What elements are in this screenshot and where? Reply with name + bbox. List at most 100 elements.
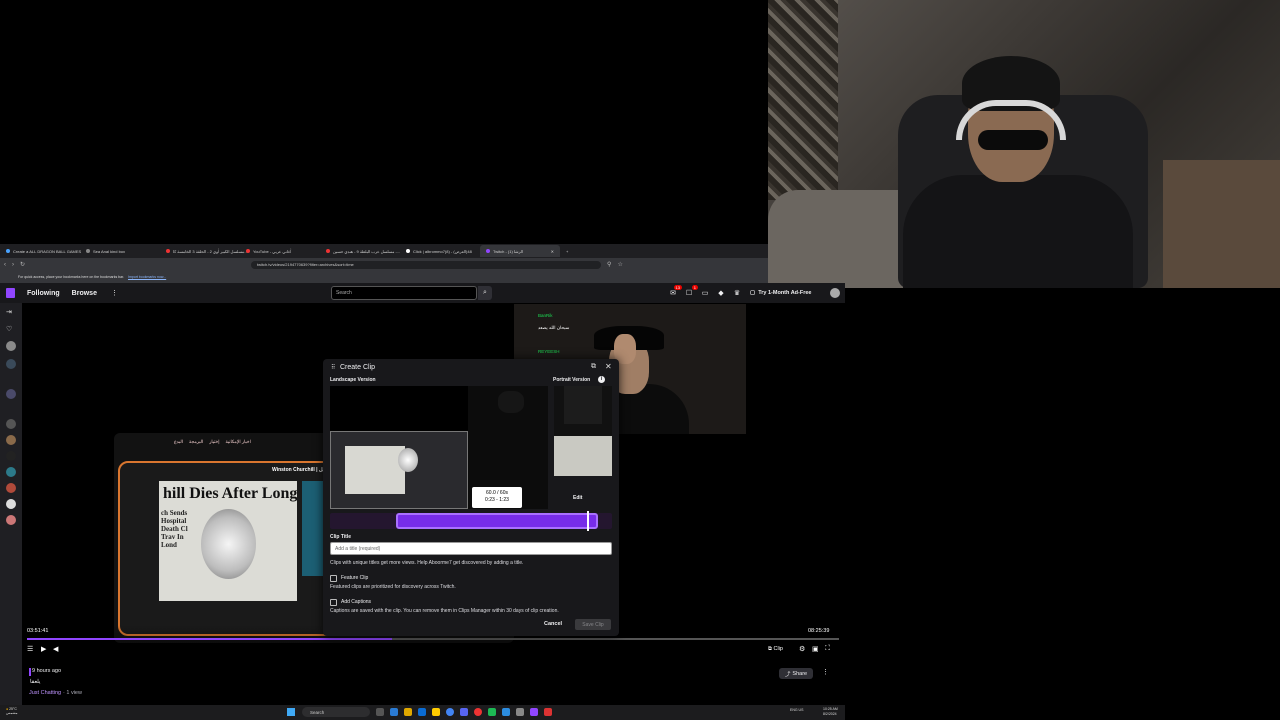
spotify-icon[interactable]: [488, 708, 496, 716]
category-link[interactable]: Just Chatting: [29, 690, 61, 696]
task-view-icon[interactable]: [376, 708, 384, 716]
bookmark-star-icon[interactable]: ☆: [617, 261, 622, 268]
more-options-icon[interactable]: ⋮: [822, 668, 829, 676]
bits-icon[interactable]: ◆: [716, 288, 726, 298]
browser-tab[interactable]: Sea Anal kind box: [80, 245, 160, 257]
portrait-preview: [554, 386, 612, 476]
ad-free-button[interactable]: ▢ Try 1-Month Ad-Free: [750, 287, 824, 299]
edge-icon[interactable]: [418, 708, 426, 716]
browser-tab[interactable]: مسلسل عرب البلطة 9 - هندي حسين -...: [320, 245, 400, 257]
twitch-logo-icon[interactable]: [6, 288, 15, 298]
new-tab-button[interactable]: +: [560, 245, 574, 257]
seek-bar[interactable]: [27, 638, 839, 640]
clip-title-input[interactable]: Add a title (required): [330, 542, 612, 555]
language-indicator[interactable]: ENG US: [790, 708, 803, 712]
channel-avatar[interactable]: [6, 419, 16, 429]
close-tab-icon[interactable]: ✕: [551, 249, 554, 254]
volume-icon[interactable]: ◀: [53, 645, 58, 653]
steam-icon[interactable]: [502, 708, 510, 716]
ad-free-icon: ▢: [750, 290, 756, 296]
forward-icon[interactable]: ›: [12, 262, 14, 268]
browser-tab[interactable]: Create a ALL DRAGON BALL GAMES: [0, 245, 81, 257]
clip-button[interactable]: ⧉ Clip: [768, 646, 783, 653]
channel-avatar[interactable]: [6, 341, 16, 351]
channel-avatar[interactable]: [6, 467, 16, 477]
channel-avatar[interactable]: [6, 435, 16, 445]
browser-tab[interactable]: YouTube - أغاني عربي: [240, 245, 320, 257]
followed-heart-icon[interactable]: ♡: [6, 325, 16, 335]
obs-icon[interactable]: [474, 708, 482, 716]
channel-avatar[interactable]: [6, 499, 16, 509]
current-time: 03:51:41: [27, 628, 49, 634]
crown-icon[interactable]: ♛: [732, 288, 742, 298]
settings-gear-icon[interactable]: ⚙: [799, 645, 805, 653]
clip-range-selector[interactable]: [396, 513, 598, 529]
twitch-taskbar-icon[interactable]: [530, 708, 538, 716]
add-captions-checkbox[interactable]: [330, 599, 337, 606]
share-button[interactable]: ⤴ Share: [779, 668, 813, 679]
portrait-newspaper: [554, 436, 612, 476]
chapters-icon[interactable]: ☰: [27, 645, 33, 653]
taskbar-search-input[interactable]: Search: [302, 707, 370, 717]
more-menu-icon[interactable]: ⋮: [111, 289, 118, 297]
play-icon[interactable]: ▶: [41, 645, 46, 653]
channel-avatar[interactable]: [6, 483, 16, 493]
save-clip-button[interactable]: Save Clip: [575, 619, 611, 630]
user-avatar[interactable]: [830, 288, 840, 298]
newspaper-image: hill Dies After Long Fi ch Sends Hospita…: [159, 481, 297, 601]
portrait-camera: [564, 386, 602, 424]
feature-clip-checkbox[interactable]: [330, 575, 337, 582]
second-newspaper: [302, 481, 324, 576]
clock[interactable]: 10:25 AM 8/2/2024: [823, 707, 838, 717]
inbox-icon[interactable]: ☐ 1: [684, 285, 698, 298]
reload-icon[interactable]: ↻: [20, 261, 25, 268]
add-captions-label[interactable]: Add Captions: [341, 599, 371, 605]
import-bookmarks-link[interactable]: Import bookmarks now...: [128, 275, 166, 279]
notifications-icon[interactable]: ✉ 13: [668, 285, 682, 298]
channel-avatar[interactable]: [6, 359, 16, 369]
nav-following[interactable]: Following: [27, 290, 60, 297]
url-field[interactable]: twitch.tv/videos/2194770639?filter=archi…: [251, 260, 602, 269]
fullscreen-icon[interactable]: ⛶: [825, 645, 830, 653]
theatre-mode-icon[interactable]: ▣: [812, 645, 819, 653]
edit-portrait-button[interactable]: Edit: [573, 495, 582, 501]
video-info: 9 hours ago يلعقا Just Chatting · 1 view…: [22, 665, 845, 705]
channel-avatar[interactable]: [6, 515, 16, 525]
expand-sidebar-icon[interactable]: ⇥: [6, 308, 16, 318]
browser-tab[interactable]: Click | albrommo7(8) - (العرض)48: [400, 245, 480, 257]
app-icon[interactable]: [544, 708, 552, 716]
folder-icon[interactable]: [432, 708, 440, 716]
cancel-button[interactable]: Cancel: [544, 621, 562, 627]
close-icon[interactable]: ✕: [605, 362, 612, 371]
whispers-icon[interactable]: ▭: [700, 288, 710, 298]
file-explorer-icon[interactable]: [404, 708, 412, 716]
windows-start-icon[interactable]: [287, 708, 295, 716]
channel-avatar[interactable]: [6, 451, 16, 461]
video-title: يلعقا: [30, 679, 41, 685]
search-input[interactable]: Search: [331, 286, 477, 300]
twitch-top-nav: Following Browse ⋮ Search ⌕ ✉ 13 ☐ 1 ▭ ◆ ♛…: [0, 283, 845, 303]
channel-avatar[interactable]: [6, 389, 16, 399]
info-icon[interactable]: i: [598, 376, 605, 383]
chrome-icon[interactable]: [446, 708, 454, 716]
browser-tab-active[interactable]: Twitch - الرشا (1) ✕: [480, 245, 560, 257]
feature-clip-hint: Featured clips are prioritized for disco…: [330, 584, 456, 590]
weather-widget[interactable]: ● 25°C مشمس: [6, 707, 17, 715]
windows-taskbar: ● 25°C مشمس Search ENG US 10:25 AM 8/2/2…: [0, 705, 845, 720]
app-icon[interactable]: [516, 708, 524, 716]
person-body: [903, 175, 1133, 288]
timeline-playhead[interactable]: [587, 511, 589, 531]
browser-tab[interactable]: مسلسل الكبير أوي 2 - الحلقة 3 الخامسة كا…: [160, 245, 248, 257]
back-icon[interactable]: ‹: [4, 262, 6, 268]
view-count: · 1 view: [63, 690, 82, 696]
create-clip-modal: ⠿ Create Clip ⧉ ✕ Landscape Version Port…: [323, 359, 619, 636]
preview-hat: [498, 391, 524, 413]
discord-icon[interactable]: [460, 708, 468, 716]
feature-clip-label[interactable]: Feature Clip: [341, 575, 368, 581]
popout-icon[interactable]: ⧉: [591, 363, 596, 371]
search-icon[interactable]: ⌕: [478, 286, 492, 300]
nav-browse[interactable]: Browse: [72, 290, 97, 297]
app-icon[interactable]: [390, 708, 398, 716]
zoom-icon[interactable]: ⚲: [607, 261, 611, 268]
drag-handle-icon[interactable]: ⠿: [331, 364, 335, 371]
